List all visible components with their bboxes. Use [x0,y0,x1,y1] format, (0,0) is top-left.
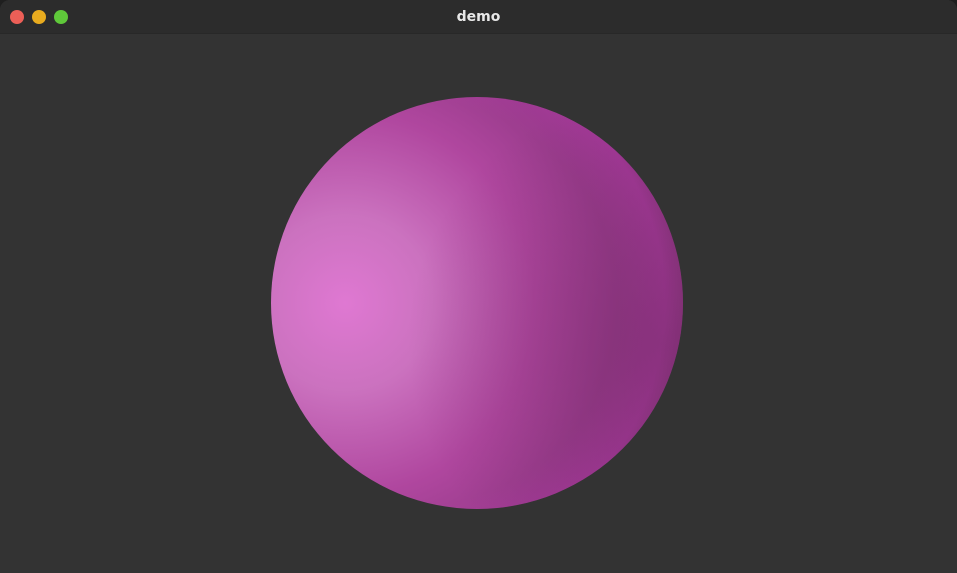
sphere-rim-light [271,97,683,509]
window-title: demo [456,9,501,25]
title-bar[interactable]: demo [0,0,957,34]
app-window: demo [0,0,957,573]
shaded-sphere [271,97,683,509]
render-canvas[interactable] [0,34,957,573]
